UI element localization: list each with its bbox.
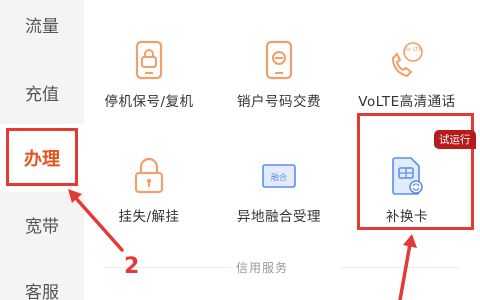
annotation-highlight-sidebar	[6, 128, 78, 186]
volte-call-icon: Vo LTE	[387, 38, 427, 82]
section-divider-right	[340, 267, 460, 268]
trial-badge: 试运行	[434, 130, 476, 149]
sidebar-item-broadband[interactable]: 宽带	[0, 204, 84, 244]
sidebar-item-label: 充值	[25, 84, 59, 105]
section-divider-left	[104, 267, 230, 268]
sidebar-nav: 流量 充值 办理 宽带 客服	[0, 0, 84, 300]
service-tile-label: 销户号码交费	[237, 94, 321, 110]
padlock-icon	[129, 153, 169, 197]
service-tile-fusion[interactable]: 融合 异地融合受理	[214, 115, 344, 225]
sidebar-item-service[interactable]: 客服	[0, 270, 84, 300]
volte-icon-text: Vo LTE	[404, 47, 422, 53]
service-tile-report-loss[interactable]: 挂失/解挂	[84, 115, 214, 225]
fusion-card-icon: 融合	[259, 153, 299, 197]
section-title: 信用服务	[236, 261, 289, 275]
service-tile-volte[interactable]: Vo LTE VoLTE高清通话	[342, 0, 472, 110]
service-tile-label: 挂失/解挂	[118, 209, 180, 225]
fusion-icon-text: 融合	[271, 172, 287, 182]
phone-cancel-icon	[259, 38, 299, 82]
phone-lock-icon	[129, 38, 169, 82]
service-tile-suspend[interactable]: 停机保号/复机	[84, 0, 214, 110]
service-tile-label: 异地融合受理	[237, 209, 321, 225]
sidebar-item-traffic[interactable]: 流量	[0, 4, 84, 44]
service-tile-label: 停机保号/复机	[104, 94, 194, 110]
sidebar-item-recharge[interactable]: 充值	[0, 72, 84, 112]
sidebar-item-label: 客服	[25, 282, 59, 300]
service-tile-label: VoLTE高清通话	[358, 94, 456, 110]
sidebar-item-label: 流量	[25, 16, 59, 37]
sidebar-item-label: 宽带	[25, 216, 59, 237]
service-tile-cancel-payment[interactable]: 销户号码交费	[214, 0, 344, 110]
annotation-step-number: 2	[124, 254, 140, 279]
